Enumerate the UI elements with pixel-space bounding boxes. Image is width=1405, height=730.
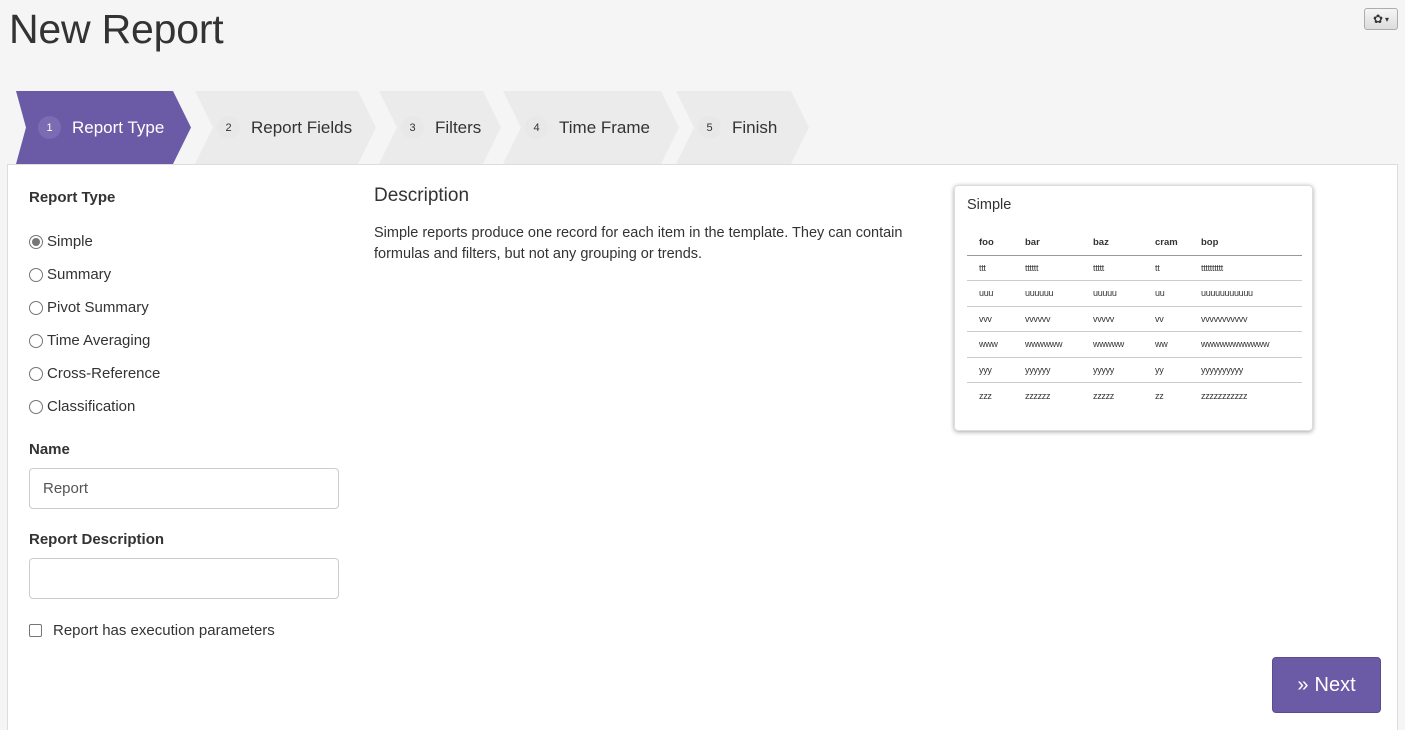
table-row: ttt tttttt ttttt tt tttttttttt — [967, 255, 1302, 281]
radio-button[interactable] — [29, 366, 43, 381]
wizard-step-filters[interactable]: 3 Filters — [379, 91, 501, 164]
column-header: foo — [967, 230, 1013, 256]
radio-label: Pivot Summary — [47, 299, 149, 316]
checkbox[interactable] — [29, 624, 42, 637]
chevron-down-icon: ▾ — [1385, 14, 1390, 24]
table-cell: vvvvv — [1081, 305, 1143, 332]
radio-button[interactable] — [29, 300, 43, 315]
radio-button[interactable] — [29, 399, 43, 414]
radio-cross-reference[interactable]: Cross-Reference — [29, 365, 160, 382]
table-cell: vv — [1143, 305, 1189, 332]
radio-label: Classification — [47, 398, 136, 415]
next-button-label: Next — [1314, 673, 1356, 696]
double-chevron-right-icon: » — [1297, 673, 1309, 696]
table-cell: tttttttttt — [1201, 262, 1224, 273]
table-cell: tttttt — [1025, 262, 1039, 273]
step-number: 2 — [217, 116, 240, 139]
table-cell: www — [967, 331, 1013, 357]
table-cell: ttttt — [1093, 262, 1105, 273]
table-cell: ww — [1143, 331, 1189, 357]
table-cell: uuuuu — [1081, 280, 1143, 306]
table-cell: yyyyy — [1081, 356, 1143, 383]
name-label: Name — [29, 441, 70, 458]
column-header: baz — [1081, 230, 1143, 256]
step-label: Report Fields — [251, 117, 353, 137]
table-cell: wwwwwwwwwww — [1189, 331, 1302, 357]
column-header: bop — [1189, 230, 1302, 256]
table-cell: vvvvvvvvvvv — [1189, 305, 1302, 332]
wizard-step-report-type[interactable]: 1 Report Type — [16, 91, 191, 164]
table-cell: zzz — [967, 382, 1013, 408]
name-input[interactable] — [29, 468, 339, 509]
report-type-panel: Report Type Simple Summary Pivot Summary… — [7, 164, 1398, 730]
wizard-step-finish[interactable]: 5 Finish — [676, 91, 809, 164]
table-cell: zzzzz — [1081, 382, 1143, 408]
checkbox-label: Report has execution parameters — [53, 622, 275, 639]
table-cell: yyyyyyyyyy — [1189, 356, 1302, 383]
radio-label: Cross-Reference — [47, 365, 161, 382]
settings-dropdown-button[interactable]: ✿ ▾ — [1364, 8, 1398, 30]
description-heading: Description — [374, 185, 470, 206]
report-type-label: Report Type — [29, 189, 116, 206]
gear-icon: ✿ — [1372, 12, 1384, 26]
report-description-input[interactable] — [29, 558, 339, 599]
step-label: Time Frame — [559, 117, 650, 137]
wizard-step-report-fields[interactable]: 2 Report Fields — [195, 91, 376, 164]
table-cell: uu — [1143, 280, 1189, 306]
report-description-label: Report Description — [29, 531, 165, 548]
radio-summary[interactable]: Summary — [29, 266, 111, 283]
preview-table: foo bar baz cram bop ttt tttttt ttttt tt… — [967, 230, 1302, 408]
table-row: yyy yyyyyy yyyyy yy yyyyyyyyyy — [967, 356, 1302, 383]
step-number: 5 — [698, 116, 721, 139]
table-row: zzz zzzzzz zzzzz zz zzzzzzzzzzz — [967, 382, 1302, 408]
radio-button[interactable] — [29, 267, 43, 282]
radio-label: Simple — [47, 233, 93, 250]
table-cell: wwwwww — [1013, 331, 1081, 357]
table-cell: vvv — [967, 305, 1013, 332]
description-text: Simple reports produce one record for ea… — [374, 225, 903, 262]
table-cell: zz — [1143, 382, 1189, 408]
radio-label: Summary — [47, 266, 112, 283]
radio-time-averaging[interactable]: Time Averaging — [29, 332, 150, 349]
step-number: 1 — [38, 116, 61, 139]
column-header: cram — [1143, 230, 1189, 256]
step-label: Filters — [435, 117, 482, 137]
radio-label: Time Averaging — [47, 332, 151, 349]
radio-pivot-summary[interactable]: Pivot Summary — [29, 299, 149, 316]
table-cell: zzzzzzzzzzz — [1189, 382, 1302, 408]
radio-classification[interactable]: Classification — [29, 398, 135, 415]
table-row: www wwwwww wwwww ww wwwwwwwwwww — [967, 331, 1302, 357]
step-number: 3 — [401, 116, 424, 139]
table-cell: uuuuuuuuuuu — [1189, 280, 1302, 306]
report-preview-card: Simple foo bar baz cram bop ttt tttttt t… — [954, 185, 1313, 431]
table-cell: wwwww — [1081, 331, 1143, 357]
table-cell: yy — [1143, 356, 1189, 383]
step-label: Finish — [732, 117, 778, 137]
radio-simple[interactable]: Simple — [29, 233, 93, 250]
table-cell: yyyyyy — [1013, 356, 1081, 383]
wizard-step-time-frame[interactable]: 4 Time Frame — [503, 91, 679, 164]
table-cell: vvvvvv — [1013, 305, 1081, 332]
table-cell: ttt — [979, 262, 986, 273]
column-header: bar — [1013, 230, 1081, 256]
page-title: New Report — [9, 6, 224, 52]
radio-button[interactable] — [29, 234, 43, 249]
step-label: Report Type — [72, 117, 165, 137]
table-cell: uuu — [967, 280, 1013, 306]
table-cell: uuuuuu — [1013, 280, 1081, 306]
table-cell: yyy — [967, 356, 1013, 383]
table-row: vvv vvvvvv vvvvv vv vvvvvvvvvvv — [967, 305, 1302, 332]
table-header-row: foo bar baz cram bop — [967, 230, 1302, 256]
table-cell: zzzzzz — [1013, 382, 1081, 408]
execution-parameters-checkbox[interactable]: Report has execution parameters — [29, 622, 275, 639]
step-number: 4 — [525, 116, 548, 139]
table-row: uuu uuuuuu uuuuu uu uuuuuuuuuuu — [967, 280, 1302, 306]
next-button[interactable]: » Next — [1272, 657, 1381, 713]
table-cell: tt — [1155, 262, 1160, 273]
preview-title: Simple — [967, 197, 1012, 213]
radio-button[interactable] — [29, 333, 43, 348]
